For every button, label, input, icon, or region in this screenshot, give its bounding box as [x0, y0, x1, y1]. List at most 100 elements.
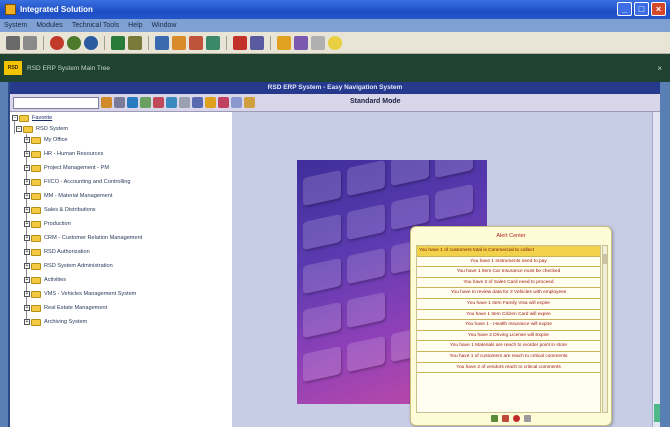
key-icon[interactable]	[244, 97, 255, 108]
maximize-icon[interactable]: □	[634, 2, 649, 16]
info-icon[interactable]	[127, 97, 138, 108]
expander-icon[interactable]: +	[24, 249, 30, 255]
pdf-icon[interactable]	[233, 35, 247, 50]
grid-icon[interactable]	[192, 97, 203, 108]
alert-item[interactable]: You have 1 - Health Insurance will expir…	[417, 320, 600, 331]
alert-item[interactable]: You have 2 of Sales Card need to proceed	[417, 278, 600, 289]
save-icon[interactable]	[6, 35, 20, 50]
tree-node-activities[interactable]: + Activities	[24, 275, 66, 285]
alert-item[interactable]: You have 2 of vendors reach to critical …	[417, 363, 600, 374]
filter-icon[interactable]	[502, 415, 509, 422]
expander-icon[interactable]: +	[24, 263, 30, 269]
menu-item-help[interactable]: Help	[128, 22, 142, 29]
expander-icon[interactable]: +	[24, 221, 30, 227]
save-icon[interactable]	[114, 97, 125, 108]
calendar-icon[interactable]	[189, 35, 203, 50]
menu-item-system[interactable]: System	[4, 22, 27, 29]
chart-icon[interactable]	[206, 35, 220, 50]
expander-icon[interactable]: +	[24, 193, 30, 199]
pencil-icon[interactable]	[153, 97, 164, 108]
tree-node-label: Activities	[44, 277, 67, 283]
mode-label: Standard Mode	[350, 98, 401, 105]
settings-icon[interactable]	[294, 35, 308, 50]
menu-item-window[interactable]: Window	[152, 22, 177, 29]
favorite-icon[interactable]	[218, 97, 229, 108]
expander-icon[interactable]: +	[24, 235, 30, 241]
info-icon[interactable]	[328, 35, 342, 50]
list-icon[interactable]	[179, 97, 190, 108]
expander-icon[interactable]: +	[24, 165, 30, 171]
mail-icon[interactable]	[172, 35, 186, 50]
alert-item[interactable]: You have to review data for 3 Vehicles w…	[417, 288, 600, 299]
tree-node-real-estate[interactable]: + Real Estate Management	[24, 303, 107, 313]
folder-icon	[19, 114, 29, 122]
tree-node-authorization[interactable]: + RSD Authorization	[24, 247, 90, 257]
back-icon[interactable]	[67, 35, 81, 50]
alert-item[interactable]: You have 1 Item Car Insurance must be ch…	[417, 267, 600, 278]
folder-icon[interactable]	[205, 97, 216, 108]
window-icon[interactable]	[231, 97, 242, 108]
pencil-icon[interactable]	[491, 415, 498, 422]
folder-icon[interactable]	[277, 35, 291, 50]
tools-icon[interactable]	[166, 97, 177, 108]
menu-item-technical-tools[interactable]: Technical Tools	[72, 22, 119, 29]
alert-item[interactable]: You have 1 Item Citizen Card will expire	[417, 310, 600, 321]
folder-icon	[31, 276, 41, 284]
close-icon[interactable]: ×	[651, 2, 666, 16]
expander-icon[interactable]: +	[24, 137, 30, 143]
keyboard-key	[391, 193, 429, 231]
edit-icon[interactable]	[140, 97, 151, 108]
expander-icon[interactable]: +	[24, 305, 30, 311]
tree-node-sales[interactable]: + Sales & Distributions	[24, 205, 96, 215]
expander-icon[interactable]: −	[16, 126, 22, 132]
stop-icon[interactable]	[50, 35, 64, 50]
tree-node-crm[interactable]: + CRM - Customer Relation Management	[24, 233, 142, 243]
tab-main-tree[interactable]: RSD ERP System Main Tree	[27, 65, 110, 72]
search-input[interactable]	[13, 97, 99, 109]
help-icon[interactable]	[311, 35, 325, 50]
stop-icon[interactable]	[513, 415, 520, 422]
expander-icon[interactable]: +	[24, 277, 30, 283]
alert-scroll-thumb[interactable]	[603, 254, 607, 264]
tree-node-label: My Office	[44, 137, 68, 143]
tab-close-icon[interactable]: ×	[657, 64, 662, 73]
tree-node-vms[interactable]: + VMS - Vehicles Management System	[24, 289, 136, 299]
folder-icon	[31, 234, 41, 242]
tree-node-administration[interactable]: + RSD System Administration	[24, 261, 113, 271]
menu-item-modules[interactable]: Modules	[36, 22, 62, 29]
download-icon[interactable]	[128, 35, 142, 50]
alert-item[interactable]: You have 1 Materials are reach to reorde…	[417, 341, 600, 352]
alert-item[interactable]: You have 2 Driving License will Expire	[417, 331, 600, 342]
forward-icon[interactable]	[84, 35, 98, 50]
alert-item[interactable]: You have 1 Instruments need to pay	[417, 257, 600, 268]
expander-icon[interactable]: −	[12, 115, 18, 121]
alert-scrollbar[interactable]	[602, 245, 608, 413]
expander-icon[interactable]: +	[24, 207, 30, 213]
users-icon[interactable]	[155, 35, 169, 50]
report-icon[interactable]	[250, 35, 264, 50]
expander-icon[interactable]: +	[24, 291, 30, 297]
tree-node-mm[interactable]: + MM - Material Management	[24, 191, 112, 201]
tree-node-pm[interactable]: + Project Management - PM	[24, 163, 109, 173]
tree-node-archiving[interactable]: + Archiving System	[24, 317, 87, 327]
tree-node-favorite[interactable]: − Favorite	[12, 113, 52, 123]
tree-node-root[interactable]: − RSD System	[16, 124, 68, 134]
tree-node-hr[interactable]: + HR - Human Resources	[24, 149, 103, 159]
minimize-icon[interactable]: _	[617, 2, 632, 16]
alert-item[interactable]: You have 1 of customers total is Commerc…	[417, 246, 600, 257]
print-icon[interactable]	[23, 35, 37, 50]
alert-item[interactable]: You have 1 Item Family Visa will expire	[417, 299, 600, 310]
tree-node-my-office[interactable]: + My Office	[24, 135, 68, 145]
refresh-icon[interactable]	[111, 35, 125, 50]
expander-icon[interactable]: +	[24, 151, 30, 157]
settings-icon[interactable]	[524, 415, 531, 422]
alert-item[interactable]: You have 1 of customers are reach to cri…	[417, 352, 600, 363]
find-icon[interactable]	[101, 97, 112, 108]
folder-icon	[31, 178, 41, 186]
tree-node-fico[interactable]: + FI/CO - Accounting and Controlling	[24, 177, 130, 187]
expander-icon[interactable]: +	[24, 179, 30, 185]
vertical-scrollbar[interactable]	[652, 112, 660, 427]
expander-icon[interactable]: +	[24, 319, 30, 325]
scroll-thumb[interactable]	[654, 404, 660, 422]
tree-node-production[interactable]: + Production	[24, 219, 71, 229]
